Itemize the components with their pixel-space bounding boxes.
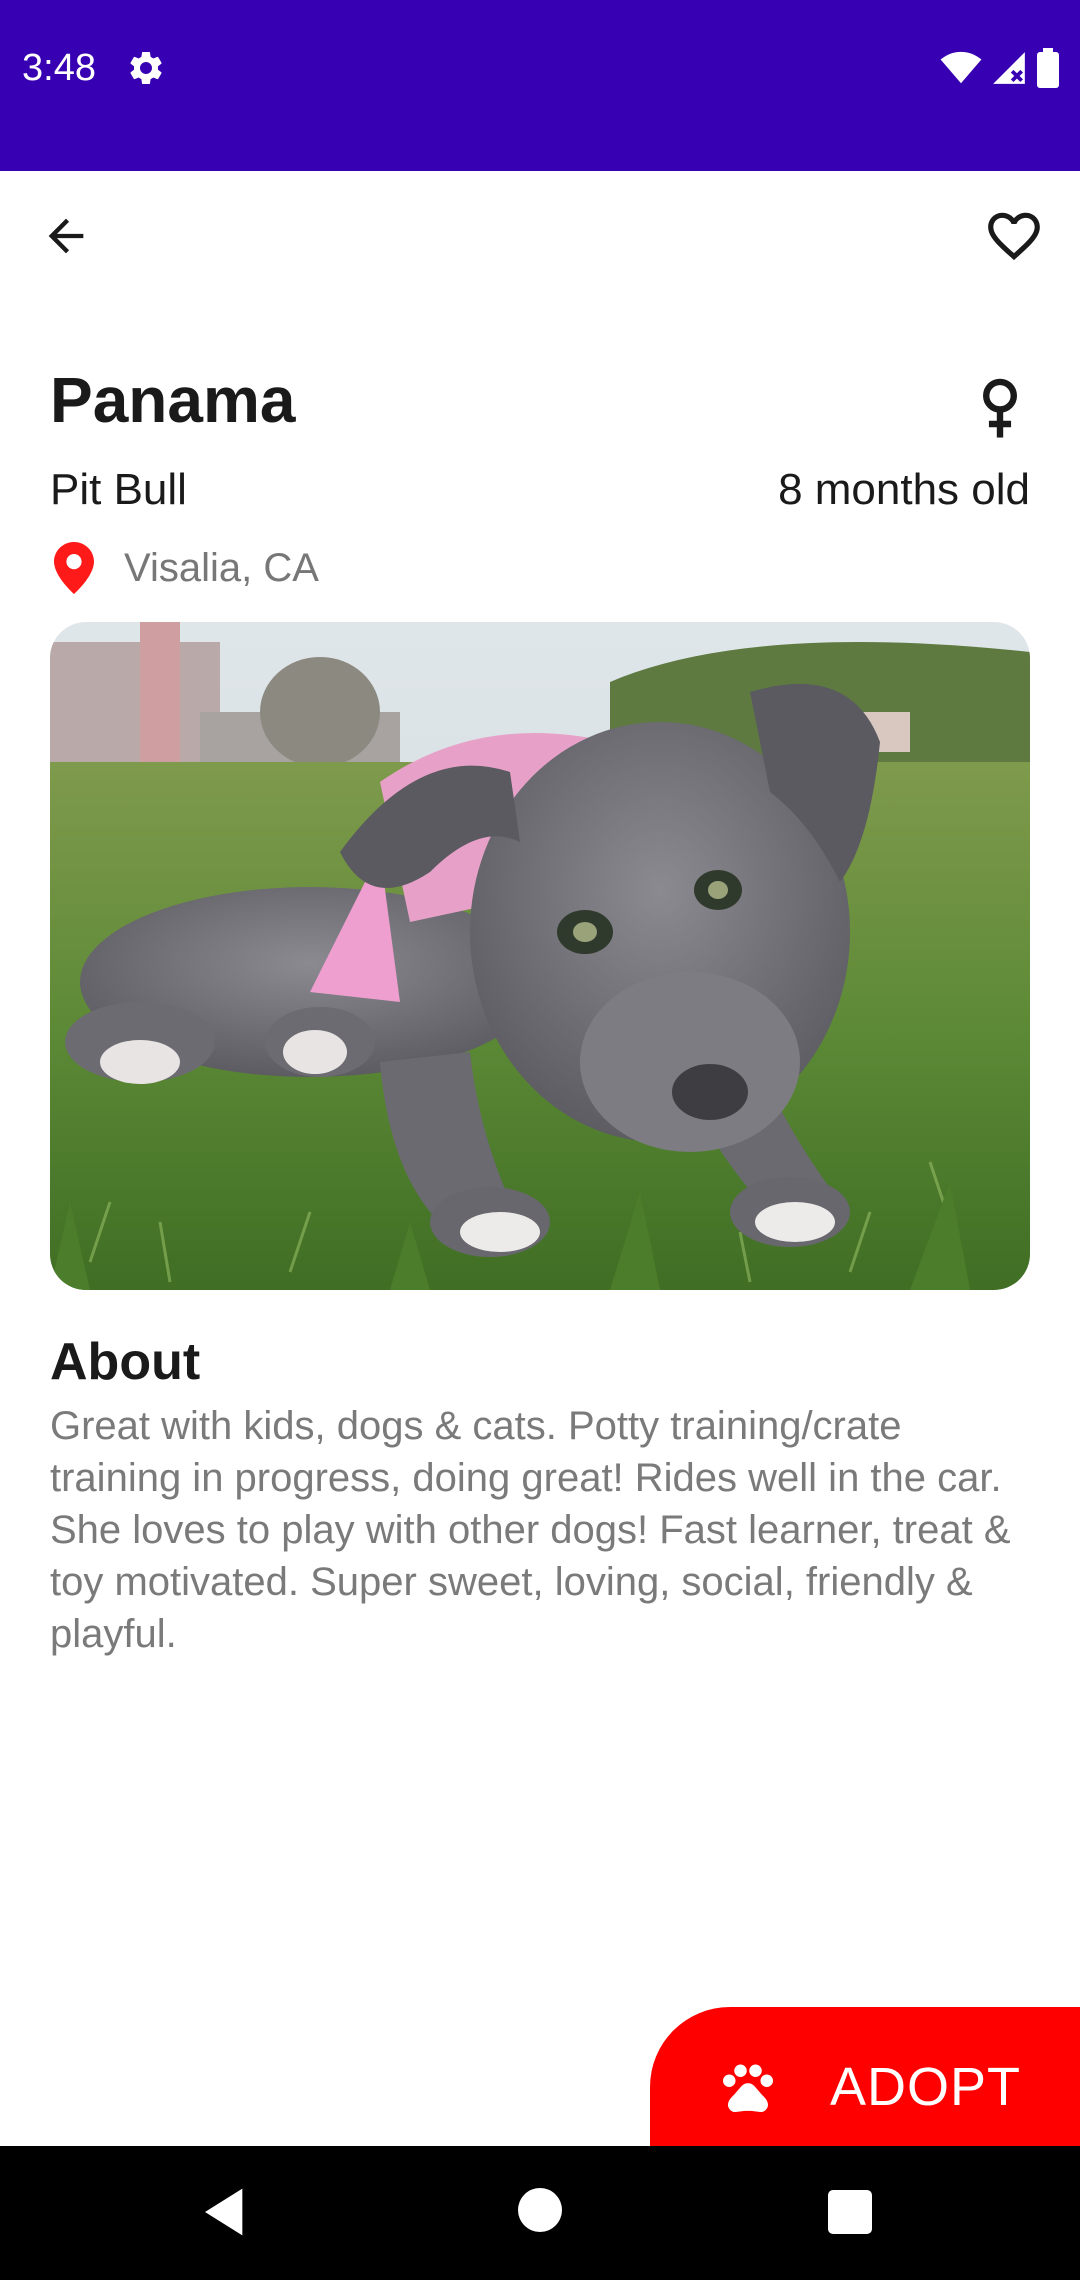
- nav-recents-icon[interactable]: [828, 2190, 872, 2234]
- location-row: Visalia, CA: [50, 536, 319, 600]
- female-icon: [983, 378, 1017, 438]
- nav-back-icon[interactable]: [198, 2184, 254, 2240]
- about-text: Great with kids, dogs & cats. Potty trai…: [50, 1404, 1011, 1656]
- favorite-button[interactable]: [978, 200, 1050, 272]
- status-bar: 3:48: [0, 0, 1080, 171]
- battery-icon: [1037, 48, 1059, 88]
- arrow-back-icon: [48, 218, 84, 254]
- pet-location: Visalia, CA: [124, 546, 319, 590]
- about-title: About: [50, 1333, 201, 1391]
- pet-age: 8 months old: [778, 465, 1030, 514]
- status-icons: [940, 46, 1060, 90]
- signal-icon: [993, 52, 1025, 84]
- settings-icon: [130, 51, 162, 84]
- map-pin-icon: [54, 542, 94, 594]
- system-nav-bar: [0, 2146, 1080, 2280]
- paw-icon: [723, 2064, 773, 2113]
- pet-breed: Pit Bull: [50, 465, 187, 514]
- pet-name: Panama: [50, 364, 296, 436]
- adopt-button[interactable]: ADOPT: [650, 2007, 1080, 2167]
- status-time: 3:48: [22, 47, 96, 89]
- dog-photo: [50, 622, 1030, 1290]
- heart-outline-icon: [988, 212, 1040, 261]
- pet-detail-screen: 3:48 Panama Pit Bull 8 months old Visali…: [0, 0, 1080, 2280]
- adopt-label: ADOPT: [830, 2057, 1022, 2117]
- wifi-icon: [940, 51, 982, 84]
- back-button[interactable]: [30, 200, 102, 272]
- nav-home-icon[interactable]: [518, 2188, 562, 2232]
